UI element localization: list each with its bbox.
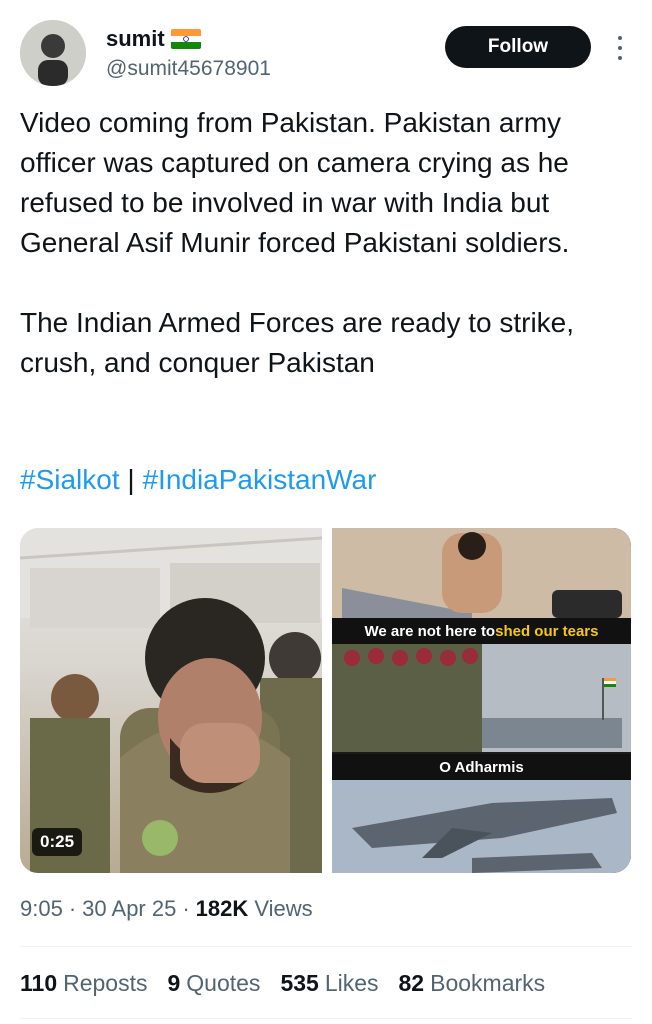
stat-bookmarks[interactable]: 82 Bookmarks [399, 970, 546, 997]
author-name-row[interactable]: sumit [106, 26, 201, 52]
tweet-time[interactable]: 9:05 [20, 896, 63, 922]
follow-button[interactable]: Follow [445, 26, 591, 68]
meme-caption-2: O Adharmis [332, 754, 631, 780]
avatar[interactable] [20, 20, 86, 86]
meme-caption-1-plain: We are not here to [364, 622, 496, 640]
tweet-text: Video coming from Pakistan. Pakistan arm… [20, 107, 575, 378]
stat-count: 110 [20, 970, 58, 996]
video-thumbnail[interactable]: 0:25 [20, 528, 322, 873]
hashtag-separator: | [119, 464, 143, 495]
stat-label: Quotes [186, 970, 261, 996]
india-flag-icon [170, 29, 201, 49]
video-duration: 0:25 [32, 828, 83, 856]
media-grid[interactable]: 0:25 We are not here to shed our tears O… [20, 528, 631, 873]
views-count: 182K [195, 896, 249, 921]
meta-dot: · [182, 896, 190, 921]
author-handle[interactable]: @sumit45678901 [106, 57, 271, 81]
stat-label: Bookmarks [430, 970, 546, 996]
stat-quotes[interactable]: 9 Quotes [167, 970, 260, 997]
stat-likes[interactable]: 535 Likes [280, 970, 378, 997]
stat-count: 535 [280, 970, 319, 996]
stat-label: Reposts [63, 970, 148, 996]
hashtag-sialkot[interactable]: #Sialkot [20, 464, 120, 495]
stat-count: 82 [398, 970, 425, 996]
tweet-meta: 9:05 · 30 Apr 25 · 182K Views [20, 896, 313, 922]
engagement-stats: 110 Reposts 9 Quotes 535 Likes 82 Bookmarks [20, 970, 545, 997]
stat-label: Likes [324, 970, 379, 996]
hashtag-row: #Sialkot | #IndiaPakistanWar [20, 460, 376, 500]
more-vertical-icon[interactable] [612, 36, 628, 60]
views-label: Views [254, 896, 313, 921]
author-name[interactable]: sumit [106, 26, 165, 52]
meme-caption-1-highlight: shed our tears [495, 622, 599, 640]
stat-reposts[interactable]: 110 Reposts [20, 970, 147, 997]
divider [20, 946, 632, 947]
views[interactable]: 182K Views [196, 896, 313, 922]
meta-dot: · [68, 896, 77, 921]
hashtag-indiapakistanwar[interactable]: #IndiaPakistanWar [142, 464, 376, 495]
meme-caption-1: We are not here to shed our tears [332, 618, 631, 644]
divider [20, 1018, 632, 1019]
stat-count: 9 [167, 970, 181, 996]
tweet-date[interactable]: 30 Apr 25 [82, 896, 176, 922]
meme-image[interactable]: We are not here to shed our tears O Adha… [332, 528, 631, 873]
